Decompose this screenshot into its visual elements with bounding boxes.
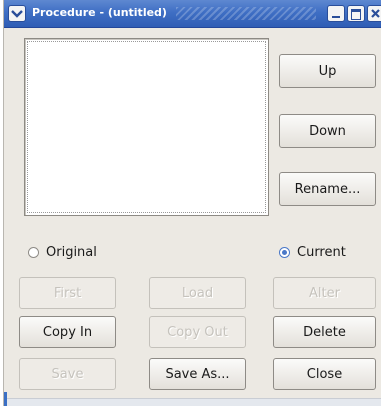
alter-button[interactable]: Alter [273, 277, 376, 309]
load-button[interactable]: Load [149, 277, 246, 309]
save-button[interactable]: Save [19, 358, 116, 390]
rename-button[interactable]: Rename... [279, 172, 376, 206]
copy-out-button[interactable]: Copy Out [149, 316, 246, 348]
minimize-button[interactable] [327, 5, 345, 22]
close-window-button[interactable] [367, 5, 381, 22]
save-as-button[interactable]: Save As... [149, 358, 246, 390]
radio-original-label: Original [46, 245, 97, 260]
title-bar-grip [176, 7, 316, 20]
radio-current-indicator[interactable] [279, 247, 290, 258]
copy-in-button[interactable]: Copy In [19, 316, 116, 348]
first-button[interactable]: First [19, 277, 116, 309]
window-bottom-edge [4, 398, 381, 406]
window-corner-accent [4, 392, 7, 406]
radio-original[interactable]: Original [28, 245, 97, 260]
radio-original-indicator[interactable] [28, 247, 39, 258]
up-button[interactable]: Up [279, 54, 376, 88]
window-title: Procedure - (untitled) [32, 6, 167, 19]
close-button[interactable]: Close [273, 358, 376, 390]
down-button[interactable]: Down [279, 114, 376, 148]
radio-current[interactable]: Current [279, 245, 346, 260]
maximize-button[interactable] [347, 5, 365, 22]
procedure-window: Procedure - (untitled) Up Down Rename...… [3, 0, 381, 406]
procedure-list[interactable] [24, 38, 269, 216]
radio-current-label: Current [297, 245, 346, 260]
window-menu-button[interactable] [8, 5, 26, 22]
delete-button[interactable]: Delete [273, 316, 376, 348]
procedure-list-focus-ring [27, 41, 266, 213]
title-bar[interactable]: Procedure - (untitled) [4, 0, 381, 28]
